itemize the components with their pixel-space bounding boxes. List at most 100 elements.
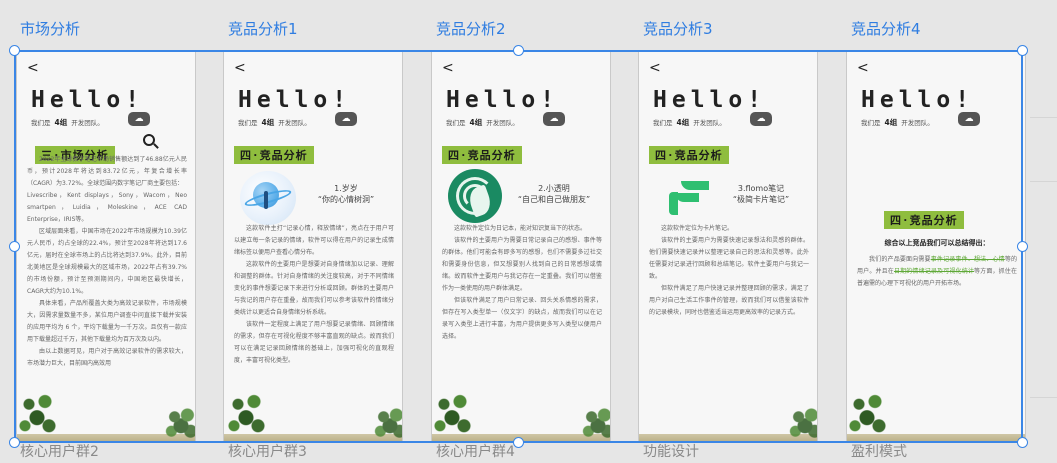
team-number: 4组 — [469, 118, 483, 127]
hello-heading: Hello! — [861, 87, 975, 113]
frame-title-market[interactable]: 市场分析 — [20, 18, 80, 39]
team-line: 我们是 4组 开发团队。 — [446, 117, 519, 128]
frame-title-core-users-3[interactable]: 核心用户群3 — [228, 441, 307, 461]
back-icon[interactable]: < — [649, 61, 661, 75]
product-index: 3.flomo笔记 — [737, 184, 785, 193]
team-number: 4组 — [884, 118, 898, 127]
resize-handle-top-right[interactable] — [1017, 45, 1028, 56]
resize-handle-top-center[interactable] — [513, 45, 524, 56]
product-row: 3.flomo笔记 “极简卡片笔记” — [647, 169, 811, 223]
plant-icon — [789, 406, 817, 442]
team-suffix: 开发团队。 — [901, 119, 934, 127]
frame-title-feature-design[interactable]: 功能设计 — [643, 441, 699, 461]
cloud-icon: ☁ — [750, 112, 772, 126]
competitor-2-body: 这款软件定位为日记本，能对知识复当下的状态。 该软件的主要用户为需要日常记录自己… — [442, 223, 602, 343]
product-row: 2.小透明 “自己和自己做朋友” — [440, 169, 604, 223]
product-slogan: “极简卡片笔记” — [732, 195, 790, 204]
back-icon[interactable]: < — [442, 61, 454, 75]
plant-icon — [847, 388, 887, 442]
team-prefix: 我们是 — [446, 119, 466, 127]
paragraph: 由以上数据可见，用户对于高效记录软件的需求较大，市场潜力巨大，目前国内高效用 — [27, 348, 187, 367]
magnifier-icon — [143, 134, 155, 146]
product-name: 3.flomo笔记 “极简卡片笔记” — [713, 183, 809, 205]
section-label: 四·竞品分析 — [234, 146, 314, 164]
competitor-3-body: 这款软件定位为卡片笔记。 该软件的主要用户为需要快速记录想法和灵感的群体。他们需… — [649, 223, 809, 319]
team-prefix: 我们是 — [653, 119, 673, 127]
frame-title-core-users-2[interactable]: 核心用户群2 — [20, 441, 99, 461]
section-label: 四·竞品分析 — [884, 211, 964, 229]
paragraph: 该软件的主要用户为需要日常记录自己的感想、事件等的群体。他们可能会有即多写的感想… — [442, 237, 602, 292]
plant-icon — [165, 406, 195, 442]
summary-title: 综合以上竞品我们可以总结得出： — [884, 239, 990, 247]
product-row: 1.岁岁 “你的心情树洞” — [232, 169, 396, 225]
frame-title-profit-model[interactable]: 盈利模式 — [851, 441, 907, 461]
artboard-competitor-2[interactable]: < Hello! 我们是 4组 开发团队。 ☁ 四·竞品分析 2.小透明 “自己和自… — [431, 50, 611, 443]
hello-heading: Hello! — [446, 87, 560, 113]
frame-title-competitor-2[interactable]: 竞品分析2 — [436, 18, 506, 39]
plant-icon — [374, 406, 402, 442]
team-suffix: 开发团队。 — [71, 119, 104, 127]
team-prefix: 我们是 — [861, 119, 881, 127]
artboard-competitor-1[interactable]: < Hello! 我们是 4组 开发团队。 ☁ 四·竞品分析 1.岁岁 “你的心情树… — [223, 50, 403, 443]
xiaotouming-app-icon — [448, 169, 502, 223]
back-icon[interactable]: < — [234, 61, 246, 75]
frame-title-competitor-1[interactable]: 竞品分析1 — [228, 18, 298, 39]
product-index: 2.小透明 — [538, 184, 570, 193]
paragraph: 这款软件的主要用户是想要对自身情绪加以记录、理解和调整的群体。针对自身情绪的关注… — [234, 261, 394, 316]
section-label: 四·竞品分析 — [649, 146, 729, 164]
summary-text: 我们的产品要面向需要 — [869, 256, 931, 263]
resize-handle-middle-right[interactable] — [1017, 241, 1028, 252]
back-icon[interactable]: < — [27, 61, 39, 75]
frame-title-competitor-4[interactable]: 竞品分析4 — [851, 18, 921, 39]
summary-highlight: 日期的情绪记录及可视化统计 — [893, 268, 975, 275]
competitor-1-body: 这款软件主打“记录心情，释放情绪”，亮点在于用户可以建立每一条记录的情绪，软件可… — [234, 223, 394, 367]
suisui-app-icon — [240, 171, 296, 225]
guide-line — [1030, 117, 1057, 118]
team-line: 我们是 4组 开发团队。 — [653, 117, 726, 128]
resize-handle-bottom-center[interactable] — [513, 437, 524, 448]
resize-handle-bottom-right[interactable] — [1017, 437, 1028, 448]
team-suffix: 开发团队。 — [693, 119, 726, 127]
artboard-competitor-3[interactable]: < Hello! 我们是 4组 开发团队。 ☁ 四·竞品分析 3.flomo笔记 “… — [638, 50, 818, 443]
artboard-competitor-4[interactable]: < Hello! 我们是 4组 开发团队。 ☁ 四·竞品分析 综合以上竞品我们可以总… — [846, 50, 1026, 443]
summary-highlight: 事件记录事件、想法、心情 — [930, 256, 1005, 263]
resize-handle-top-left[interactable] — [9, 45, 20, 56]
product-slogan: “你的心情树洞” — [317, 195, 375, 204]
artboard-market-analysis[interactable]: < Hello! 我们是 4组 开发团队。 ☁ 三·市场分析 2022年全球数字笔记… — [16, 50, 196, 443]
product-name: 1.岁岁 “你的心情树洞” — [298, 183, 394, 205]
paragraph: 2022年全球数字笔记市场销售额达到了46.88亿元人民币，预计2028年将达到… — [27, 156, 187, 187]
frame-title-competitor-3[interactable]: 竞品分析3 — [643, 18, 713, 39]
summary-paragraph: 我们的产品要面向需要事件记录事件、想法、心情等的用户。并且在日期的情绪记录及可视… — [857, 254, 1017, 290]
resize-handle-middle-left[interactable] — [9, 241, 20, 252]
hello-heading: Hello! — [31, 87, 145, 113]
plant-icon — [17, 388, 57, 442]
resize-handle-bottom-left[interactable] — [9, 437, 20, 448]
product-slogan: “自己和自己做朋友” — [517, 195, 591, 204]
cloud-icon: ☁ — [543, 112, 565, 126]
team-number: 4组 — [261, 118, 275, 127]
cloud-icon: ☁ — [335, 112, 357, 126]
team-suffix: 开发团队。 — [486, 119, 519, 127]
team-line: 我们是 4组 开发团队。 — [238, 117, 311, 128]
cloud-icon: ☁ — [128, 112, 150, 126]
team-prefix: 我们是 — [238, 119, 258, 127]
paragraph: Livescribe，Kent displays，Sony，Wacom，Neo … — [27, 192, 187, 223]
frame-title-core-users-4[interactable]: 核心用户群4 — [436, 441, 515, 461]
hello-heading: Hello! — [238, 87, 352, 113]
cloud-icon: ☁ — [958, 112, 980, 126]
guide-line — [1030, 397, 1057, 398]
hello-heading: Hello! — [653, 87, 767, 113]
team-line: 我们是 4组 开发团队。 — [31, 117, 104, 128]
back-icon[interactable]: < — [857, 61, 869, 75]
team-number: 4组 — [676, 118, 690, 127]
paragraph: 这款软件定位为日记本，能对知识复当下的状态。 — [454, 225, 587, 232]
paragraph: 该软件一定程度上满足了用户想要记录情绪、回顾情绪的需求，但存在可视化程度不够丰富… — [234, 321, 394, 364]
plant-icon — [432, 388, 472, 442]
product-name: 2.小透明 “自己和自己做朋友” — [506, 183, 602, 205]
design-canvas: 市场分析 竞品分析1 竞品分析2 竞品分析3 竞品分析4 < Hello! 我们… — [0, 0, 1057, 463]
paragraph: 该软件的主要用户为需要快速记录想法和灵感的群体。他们需要快速记录并以整理记录自己… — [649, 237, 809, 280]
paragraph: 具体来看，产品所覆盖大类为高效记录软件，市场规模大，因需求量数量不多，某位用户调… — [27, 300, 187, 343]
market-body-text: 2022年全球数字笔记市场销售额达到了46.88亿元人民币，预计2028年将达到… — [27, 154, 187, 370]
team-number: 4组 — [54, 118, 68, 127]
summary-body: 我们的产品要面向需要事件记录事件、想法、心情等的用户。并且在日期的情绪记录及可视… — [857, 254, 1017, 290]
